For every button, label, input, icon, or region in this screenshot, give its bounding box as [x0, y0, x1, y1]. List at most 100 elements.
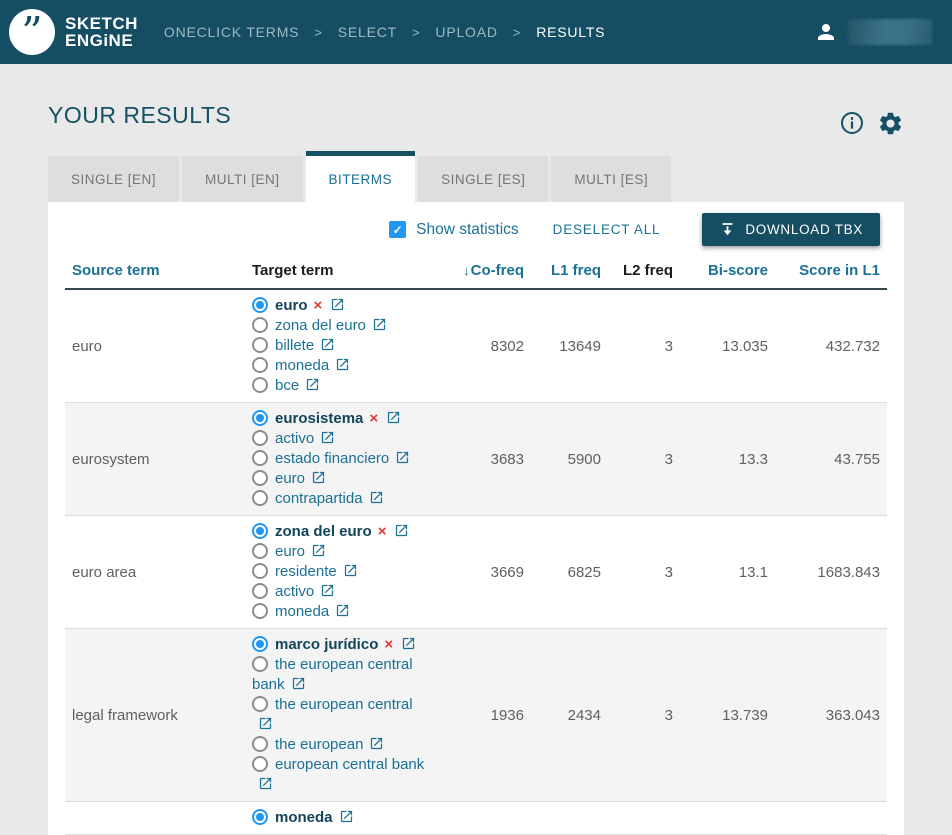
target-term-option[interactable]: euro — [252, 542, 428, 562]
radio-icon[interactable] — [252, 543, 268, 559]
external-link-icon[interactable] — [335, 603, 350, 618]
radio-selected-icon[interactable] — [252, 410, 268, 426]
target-term-option[interactable]: billete — [252, 336, 428, 356]
target-term-option[interactable]: european central bank — [252, 755, 428, 795]
external-link-icon[interactable] — [339, 809, 354, 824]
radio-icon[interactable] — [252, 563, 268, 579]
radio-icon[interactable] — [252, 470, 268, 486]
co-freq-value: 3683 — [442, 451, 524, 468]
remove-term-icon[interactable]: × — [384, 636, 393, 653]
external-link-icon[interactable] — [305, 377, 320, 392]
external-link-icon[interactable] — [343, 563, 358, 578]
col-header-score-in-l1[interactable]: Score in L1 — [768, 262, 880, 279]
external-link-icon[interactable] — [320, 337, 335, 352]
target-term-option[interactable]: activo — [252, 582, 428, 602]
external-link-icon[interactable] — [258, 776, 273, 791]
external-link-icon[interactable] — [291, 676, 306, 691]
target-term-option[interactable]: euro — [252, 469, 428, 489]
radio-icon[interactable] — [252, 756, 268, 772]
radio-icon[interactable] — [252, 656, 268, 672]
radio-selected-icon[interactable] — [252, 809, 268, 825]
target-term-option[interactable]: contrapartida — [252, 489, 428, 509]
tab-single-es[interactable]: SINGLE [ES] — [418, 156, 548, 202]
settings-button[interactable] — [877, 110, 904, 137]
tab-multi-es[interactable]: MULTI [ES] — [551, 156, 671, 202]
svg-text:”: ” — [21, 8, 42, 56]
target-term-option[interactable]: marco jurídico× — [252, 635, 428, 655]
radio-icon[interactable] — [252, 377, 268, 393]
deselect-all-button[interactable]: DESELECT ALL — [553, 222, 661, 237]
table-row: euro euro× zona del euro billete moneda … — [65, 290, 887, 403]
target-term-label: moneda — [275, 357, 329, 374]
remove-term-icon[interactable]: × — [314, 297, 323, 314]
radio-icon[interactable] — [252, 357, 268, 373]
breadcrumb-item-upload[interactable]: UPLOAD — [435, 24, 497, 40]
target-term-label: contrapartida — [275, 490, 363, 507]
sketch-engine-logo[interactable]: ” SKETCH ENGiNE — [8, 8, 138, 56]
external-link-icon[interactable] — [320, 583, 335, 598]
download-tbx-button[interactable]: DOWNLOAD TBX — [702, 213, 880, 246]
col-header-source-term[interactable]: Source term — [72, 262, 252, 279]
external-link-icon[interactable] — [372, 317, 387, 332]
remove-term-icon[interactable]: × — [378, 523, 387, 540]
external-link-icon[interactable] — [395, 450, 410, 465]
breadcrumb-item-select[interactable]: SELECT — [338, 24, 397, 40]
target-term-option[interactable]: the european central bank — [252, 655, 428, 695]
target-term-option[interactable]: the european central — [252, 695, 428, 735]
col-header-co-freq[interactable]: ↓Co-freq — [442, 262, 524, 279]
radio-icon[interactable] — [252, 450, 268, 466]
external-link-icon[interactable] — [258, 716, 273, 731]
target-term-label: euro — [275, 297, 308, 314]
target-term-option[interactable]: bce — [252, 376, 428, 396]
checkbox-checked-icon[interactable]: ✓ — [389, 221, 406, 238]
external-link-icon[interactable] — [311, 470, 326, 485]
radio-icon[interactable] — [252, 430, 268, 446]
radio-selected-icon[interactable] — [252, 636, 268, 652]
target-term-label: billete — [275, 337, 314, 354]
show-statistics-toggle[interactable]: ✓ Show statistics — [389, 221, 519, 239]
external-link-icon[interactable] — [369, 736, 384, 751]
radio-icon[interactable] — [252, 736, 268, 752]
external-link-icon[interactable] — [386, 410, 401, 425]
target-term-option[interactable]: moneda — [252, 356, 428, 376]
radio-icon[interactable] — [252, 583, 268, 599]
user-account-area[interactable] — [814, 19, 932, 45]
radio-selected-icon[interactable] — [252, 297, 268, 313]
external-link-icon[interactable] — [394, 523, 409, 538]
external-link-icon[interactable] — [311, 543, 326, 558]
radio-icon[interactable] — [252, 490, 268, 506]
tab-biterms[interactable]: BITERMS — [306, 151, 416, 202]
radio-icon[interactable] — [252, 603, 268, 619]
target-term-option[interactable]: zona del euro× — [252, 522, 428, 542]
target-term-option[interactable]: residente — [252, 562, 428, 582]
co-freq-value: 1936 — [442, 707, 524, 724]
external-link-icon[interactable] — [401, 636, 416, 651]
tab-single-en[interactable]: SINGLE [EN] — [48, 156, 179, 202]
external-link-icon[interactable] — [369, 490, 384, 505]
target-term-option[interactable]: zona del euro — [252, 316, 428, 336]
target-term-option[interactable]: moneda — [252, 808, 428, 828]
target-term-label: the european — [275, 736, 363, 753]
tab-multi-en[interactable]: MULTI [EN] — [182, 156, 303, 202]
remove-term-icon[interactable]: × — [369, 410, 378, 427]
radio-selected-icon[interactable] — [252, 523, 268, 539]
info-button[interactable] — [840, 111, 864, 135]
target-term-option[interactable]: the european — [252, 735, 428, 755]
target-term-option[interactable]: estado financiero — [252, 449, 428, 469]
table-controls: ✓ Show statistics DESELECT ALL DOWNLOAD … — [65, 202, 887, 253]
target-term-label: bce — [275, 377, 299, 394]
col-header-l1-freq[interactable]: L1 freq — [524, 262, 601, 279]
external-link-icon[interactable] — [335, 357, 350, 372]
radio-icon[interactable] — [252, 696, 268, 712]
target-term-option[interactable]: activo — [252, 429, 428, 449]
breadcrumb-item-oneclick-terms[interactable]: ONECLICK TERMS — [164, 24, 299, 40]
external-link-icon[interactable] — [330, 297, 345, 312]
target-term-option[interactable]: eurosistema× — [252, 409, 428, 429]
target-term-option[interactable]: euro × — [252, 296, 428, 316]
target-term-option[interactable]: moneda — [252, 602, 428, 622]
col-header-bi-score[interactable]: Bi-score — [673, 262, 768, 279]
radio-icon[interactable] — [252, 337, 268, 353]
external-link-icon[interactable] — [320, 430, 335, 445]
breadcrumb: ONECLICK TERMS > SELECT > UPLOAD > RESUL… — [164, 24, 605, 40]
radio-icon[interactable] — [252, 317, 268, 333]
